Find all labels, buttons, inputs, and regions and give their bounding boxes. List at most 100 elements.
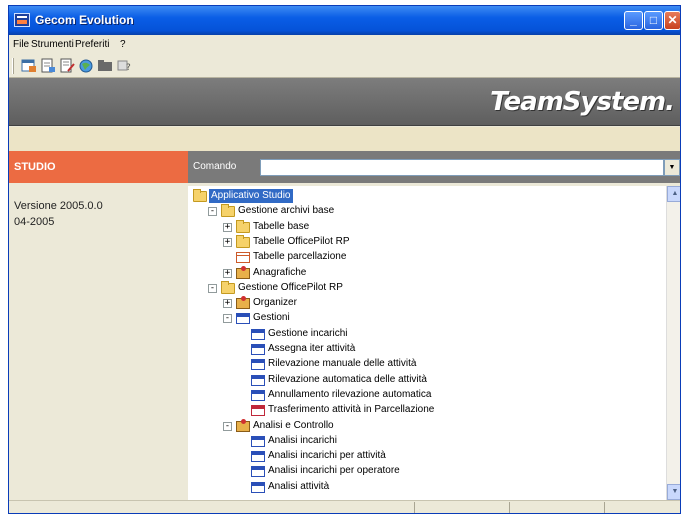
title-bar[interactable]: Gecom Evolution _ □ ✕: [9, 6, 680, 35]
tree-item-label: Gestioni: [253, 312, 290, 323]
folder-icon: [236, 220, 250, 233]
tree-item[interactable]: - Gestioni: [188, 311, 666, 325]
folder-icon[interactable]: [97, 58, 113, 73]
expand-icon[interactable]: +: [223, 223, 232, 232]
edit-document-icon[interactable]: [59, 58, 75, 73]
tree-item[interactable]: + Tabelle OfficePilot RP: [188, 235, 666, 249]
window-icon: [251, 344, 265, 355]
new-document-icon[interactable]: [21, 58, 37, 73]
command-label: Comando: [193, 161, 237, 172]
status-panel: [509, 502, 604, 513]
tree-item[interactable]: Assegna iter attività: [188, 342, 666, 356]
studio-header: STUDIO: [9, 151, 188, 183]
window-title: Gecom Evolution: [35, 13, 134, 27]
version-text: Versione 2005.0.0: [14, 200, 103, 212]
tree-item-label: Organizer: [253, 297, 297, 308]
close-button[interactable]: ✕: [664, 11, 680, 30]
scroll-down-button[interactable]: ▼: [667, 484, 680, 500]
tree-item-label: Assegna iter attività: [268, 343, 356, 354]
tree-item[interactable]: Analisi incarichi per attività: [188, 449, 666, 463]
help-icon[interactable]: ?: [116, 58, 132, 73]
window-icon: [251, 329, 265, 340]
tree-item[interactable]: - Gestione OfficePilot RP: [188, 281, 666, 295]
expand-icon[interactable]: +: [223, 299, 232, 308]
tree-item[interactable]: Gestione incarichi: [188, 327, 666, 341]
brand-banner: TeamSystem.: [9, 78, 680, 126]
window-icon: [251, 466, 265, 477]
status-panel: [604, 502, 680, 513]
tree-item[interactable]: + Organizer: [188, 296, 666, 310]
tree-item-label: Anagrafiche: [253, 267, 307, 278]
teamsystem-logo: TeamSystem.: [490, 87, 675, 117]
window-icon: [251, 436, 265, 447]
tree-item[interactable]: + Anagrafiche: [188, 266, 666, 280]
collapse-icon[interactable]: -: [208, 207, 217, 216]
window-icon: [251, 359, 265, 370]
tree-item[interactable]: - Gestione archivi base: [188, 204, 666, 218]
tree-item[interactable]: Rilevazione automatica delle attività: [188, 373, 666, 387]
tree-item-label: Tabelle parcellazione: [253, 251, 347, 262]
tree-item[interactable]: Trasferimento attività in Parcellazione: [188, 403, 666, 417]
toolbar-grip[interactable]: [12, 58, 14, 74]
app-window: Gecom Evolution _ □ ✕ File Strumenti Pre…: [8, 5, 681, 514]
collapse-icon[interactable]: -: [223, 314, 232, 323]
banner-strip: [9, 127, 680, 151]
tree-item-label: Rilevazione manuale delle attività: [268, 358, 417, 369]
minimize-button[interactable]: _: [624, 11, 643, 30]
table-icon: [236, 252, 250, 263]
tree-item-label: Applicativo Studio: [209, 189, 293, 203]
person-icon: [236, 419, 250, 432]
tree-item[interactable]: Analisi incarichi per operatore: [188, 464, 666, 478]
folder-icon: [221, 204, 235, 217]
person-icon: [236, 266, 250, 279]
window-icon: [251, 405, 265, 416]
window-icon: [251, 482, 265, 493]
maximize-button[interactable]: □: [644, 11, 663, 30]
person-icon: [236, 296, 250, 309]
tree-item-label: Trasferimento attività in Parcellazione: [268, 404, 435, 415]
collapse-icon[interactable]: -: [208, 284, 217, 293]
command-input[interactable]: [260, 159, 664, 176]
tree-item-label: Annullamento rilevazione automatica: [268, 389, 432, 400]
scroll-up-button[interactable]: ▲: [667, 186, 680, 202]
tree-item-label: Analisi incarichi: [268, 435, 337, 446]
window-icon: [251, 451, 265, 462]
status-panel: [414, 502, 509, 513]
vertical-scrollbar[interactable]: ▲ ▼: [666, 186, 680, 500]
folder-icon: [193, 189, 207, 202]
app-icon: [14, 13, 30, 27]
tree-item[interactable]: Analisi incarichi: [188, 434, 666, 448]
tree-item-label: Tabelle base: [253, 221, 310, 232]
menu-strumenti[interactable]: Strumenti: [31, 39, 74, 50]
tree-item[interactable]: Analisi attività: [188, 480, 666, 494]
menu-help[interactable]: ?: [120, 39, 126, 50]
svg-text:?: ?: [126, 63, 131, 73]
command-bar: Comando ▼: [188, 151, 680, 183]
info-panel: Versione 2005.0.0 04-2005: [9, 183, 188, 500]
menu-file[interactable]: File: [13, 39, 29, 50]
tree-item-label: Gestione incarichi: [268, 328, 348, 339]
tree-item-label: Analisi incarichi per operatore: [268, 465, 400, 476]
tree-item-label: Gestione OfficePilot RP: [238, 282, 343, 293]
tree-item[interactable]: Annullamento rilevazione automatica: [188, 388, 666, 402]
menu-preferiti[interactable]: Preferiti: [75, 39, 109, 50]
tree-item[interactable]: Rilevazione manuale delle attività: [188, 357, 666, 371]
release-date-text: 04-2005: [14, 216, 55, 228]
expand-icon[interactable]: +: [223, 269, 232, 278]
window-icon: [236, 313, 250, 324]
window-icon: [251, 375, 265, 386]
globe-icon[interactable]: [78, 58, 94, 73]
collapse-icon[interactable]: -: [223, 422, 232, 431]
open-document-icon[interactable]: [40, 58, 56, 73]
tree-item[interactable]: + Tabelle base: [188, 220, 666, 234]
tree-item[interactable]: Applicativo Studio: [188, 189, 666, 203]
status-bar: [9, 500, 680, 513]
menu-bar: File Strumenti Preferiti ?: [9, 35, 680, 54]
tree-item-label: Analisi attività: [268, 481, 330, 492]
tree-item-label: Analisi incarichi per attività: [268, 450, 386, 461]
chevron-down-icon[interactable]: ▼: [664, 159, 680, 176]
window-icon: [251, 390, 265, 401]
tree-item[interactable]: - Analisi e Controllo: [188, 419, 666, 433]
tree-item[interactable]: Tabelle parcellazione: [188, 250, 666, 264]
expand-icon[interactable]: +: [223, 238, 232, 247]
